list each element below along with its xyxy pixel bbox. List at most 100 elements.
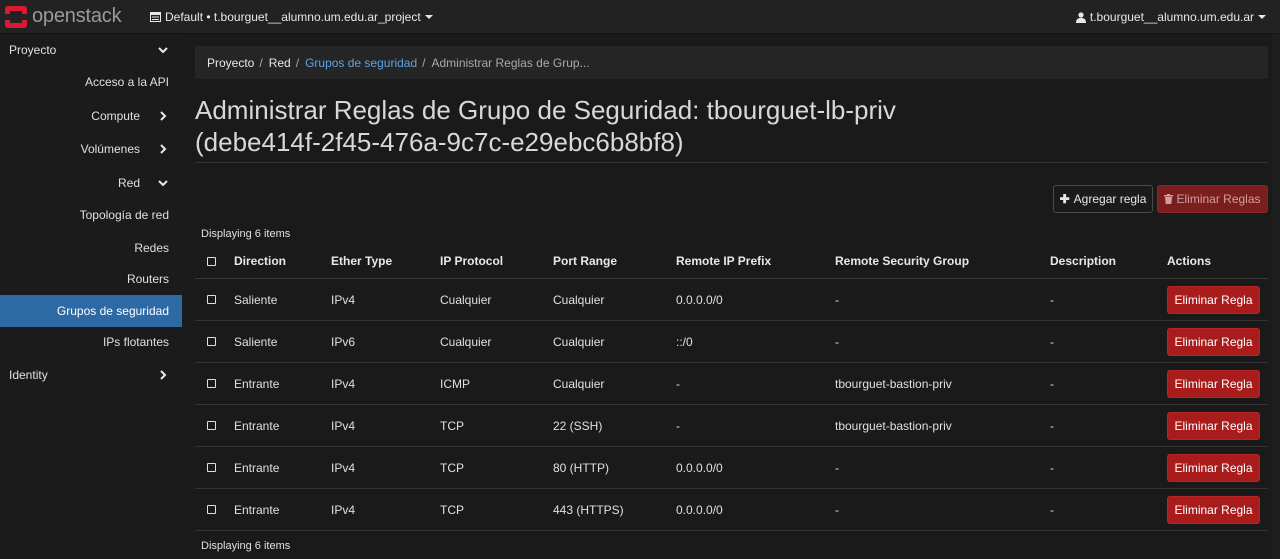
openstack-logo-icon xyxy=(5,5,27,28)
sidebar-item-proyecto[interactable]: Proyecto xyxy=(0,34,182,66)
cell-port-range: Cualquier xyxy=(553,335,605,349)
sidebar-item-label: Grupos de seguridad xyxy=(56,304,169,318)
sidebar-item-compute[interactable]: Compute xyxy=(0,100,182,132)
row-checkbox[interactable] xyxy=(207,379,216,388)
cell-direction: Entrante xyxy=(234,503,280,517)
sidebar-item-redes[interactable]: Redes xyxy=(0,232,182,264)
cell-ether-type: IPv4 xyxy=(331,503,356,517)
column-header-direction[interactable]: Direction xyxy=(234,244,286,279)
sidebar-item-label: Topología de red xyxy=(79,208,169,222)
select-all-checkbox[interactable] xyxy=(207,257,216,266)
main-content: Proyecto / Red / Grupos de seguridad / A… xyxy=(195,34,1268,559)
table-header: Direction Ether Type IP Protocol Port Range… xyxy=(195,244,1268,279)
cell-port-range: 80 (HTTP) xyxy=(553,461,610,475)
user-menu[interactable]: t.bourguet__alumno.um.edu.ar xyxy=(1075,0,1266,34)
delete-rule-button[interactable]: Eliminar Regla xyxy=(1167,496,1260,524)
sidebar-item-label: Proyecto xyxy=(9,43,57,57)
cell-ether-type: IPv4 xyxy=(331,419,356,433)
trash-icon xyxy=(1164,194,1174,204)
sidebar-item-label: Routers xyxy=(126,272,169,286)
add-rule-label: Agregar regla xyxy=(1073,192,1147,206)
top-navbar: openstack Default • t.bourguet__alumno.u… xyxy=(0,0,1280,34)
cell-description: - xyxy=(1050,377,1054,391)
cell-ether-type: IPv4 xyxy=(331,461,356,475)
sidebar-item-label: IPs flotantes xyxy=(102,335,169,349)
cell-direction: Entrante xyxy=(234,377,280,391)
row-checkbox[interactable] xyxy=(207,463,216,472)
displaying-count-top: Displaying 6 items xyxy=(201,228,291,240)
sidebar-item-identity[interactable]: Identity xyxy=(0,359,182,391)
cell-description: - xyxy=(1050,293,1054,307)
table-row: Saliente IPv6 Cualquier Cualquier::/0 - - Elim… xyxy=(195,321,1268,363)
displaying-count-bottom: Displaying 6 items xyxy=(201,540,291,552)
cell-ether-type: IPv6 xyxy=(331,335,356,349)
cell-remote-security-group: - xyxy=(835,335,839,349)
column-header-description[interactable]: Description xyxy=(1050,244,1116,279)
cell-ether-type: IPv4 xyxy=(331,293,356,307)
delete-rule-button[interactable]: Eliminar Regla xyxy=(1167,454,1260,482)
caret-down-icon xyxy=(1258,15,1266,19)
cell-remote-ip-prefix: - xyxy=(676,377,680,391)
page-title: Administrar Reglas de Grupo de Seguridad… xyxy=(195,94,1268,158)
column-header-remote-ip-prefix[interactable]: Remote IP Prefix xyxy=(676,244,771,279)
cell-port-range: 22 (SSH) xyxy=(553,419,603,433)
row-checkbox[interactable] xyxy=(207,337,216,346)
delete-rule-button[interactable]: Eliminar Regla xyxy=(1167,370,1260,398)
sidebar-item-label: Acceso a la API xyxy=(84,75,169,89)
cell-remote-ip-prefix: - xyxy=(676,419,680,433)
row-checkbox[interactable] xyxy=(207,421,216,430)
cell-remote-security-group: tbourguet-bastion-priv xyxy=(835,377,952,391)
delete-rule-button[interactable]: Eliminar Regla xyxy=(1167,412,1260,440)
sidebar-item-grupos-de-seguridad[interactable]: Grupos de seguridad xyxy=(0,295,182,327)
sidebar-item-topologia-de-red[interactable]: Topología de red xyxy=(0,199,182,231)
chevron-right-icon xyxy=(160,144,167,154)
table-row: Entrante IPv4 TCP 443 (HTTPS) 0.0.0.0/0 - - Eli… xyxy=(195,489,1268,531)
brand[interactable]: openstack xyxy=(4,0,122,34)
cell-ip-protocol: TCP xyxy=(440,503,464,517)
sidebar-item-ips-flotantes[interactable]: IPs flotantes xyxy=(0,326,182,358)
cell-remote-security-group: - xyxy=(835,293,839,307)
add-rule-button[interactable]: ✚ Agregar regla xyxy=(1053,185,1153,213)
cell-ether-type: IPv4 xyxy=(331,377,356,391)
cell-description: - xyxy=(1050,461,1054,475)
delete-rule-button[interactable]: Eliminar Regla xyxy=(1167,286,1260,314)
sidebar-item-routers[interactable]: Routers xyxy=(0,263,182,295)
user-icon xyxy=(1075,11,1086,23)
column-header-remote-security-group[interactable]: Remote Security Group xyxy=(835,244,969,279)
project-selector-label: Default • t.bourguet__alumno.um.edu.ar_p… xyxy=(165,10,421,24)
delete-rules-label: Eliminar Reglas xyxy=(1176,192,1261,206)
chevron-right-icon xyxy=(160,111,167,121)
cell-remote-ip-prefix: 0.0.0.0/0 xyxy=(676,461,723,475)
delete-rule-button[interactable]: Eliminar Regla xyxy=(1167,328,1260,356)
column-header-ether-type[interactable]: Ether Type xyxy=(331,244,392,279)
cell-direction: Saliente xyxy=(234,335,278,349)
sidebar: Proyecto Acceso a la API Compute Volúmenes R… xyxy=(0,34,182,559)
brand-name: openstack xyxy=(32,5,122,27)
cell-port-range: Cualquier xyxy=(553,293,605,307)
sidebar-item-label: Redes xyxy=(134,241,169,255)
sidebar-item-volumenes[interactable]: Volúmenes xyxy=(0,133,182,165)
cell-ip-protocol: Cualquier xyxy=(440,335,492,349)
project-selector[interactable]: Default • t.bourguet__alumno.um.edu.ar_p… xyxy=(150,0,433,34)
row-checkbox[interactable] xyxy=(207,295,216,304)
sidebar-item-red[interactable]: Red xyxy=(0,167,182,199)
delete-rules-button[interactable]: Eliminar Reglas xyxy=(1157,185,1268,213)
table-row: Entrante IPv4 ICMP Cualquier - tbourguet-bast… xyxy=(195,363,1268,405)
cell-ip-protocol: TCP xyxy=(440,419,464,433)
cell-remote-ip-prefix: 0.0.0.0/0 xyxy=(676,293,723,307)
chevron-down-icon xyxy=(158,47,168,54)
chevron-down-icon xyxy=(158,180,168,187)
cell-direction: Entrante xyxy=(234,419,280,433)
sidebar-item-acceso-a-la-api[interactable]: Acceso a la API xyxy=(0,66,182,98)
page-scrollbar[interactable] xyxy=(1272,34,1280,559)
column-header-ip-protocol[interactable]: IP Protocol xyxy=(440,244,503,279)
breadcrumb-grupos-de-seguridad[interactable]: Grupos de seguridad xyxy=(305,56,417,70)
row-checkbox[interactable] xyxy=(207,505,216,514)
sidebar-item-label: Volúmenes xyxy=(80,142,140,156)
cell-remote-security-group: - xyxy=(835,503,839,517)
sidebar-item-label: Identity xyxy=(9,368,48,382)
breadcrumb-separator: / xyxy=(259,55,263,70)
cell-description: - xyxy=(1050,503,1054,517)
breadcrumb-red: Red xyxy=(268,55,291,70)
column-header-port-range[interactable]: Port Range xyxy=(553,244,617,279)
